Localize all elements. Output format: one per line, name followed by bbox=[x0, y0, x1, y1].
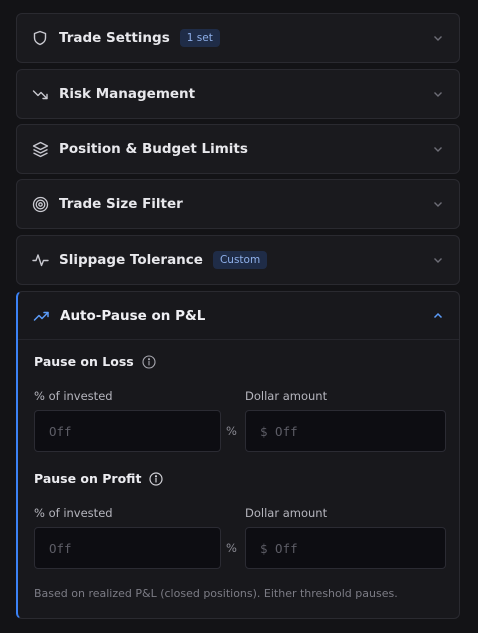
info-icon[interactable] bbox=[142, 354, 156, 369]
auto-pause-footnote: Based on realized P&L (closed positions)… bbox=[34, 587, 398, 600]
auto-pause-header[interactable]: Auto-Pause on P&L bbox=[18, 292, 459, 340]
section-position-budget-limits: Position & Budget Limits bbox=[16, 124, 460, 174]
section-risk-management: Risk Management bbox=[16, 69, 460, 119]
chevron-down-icon bbox=[431, 197, 445, 211]
chevron-down-icon bbox=[431, 87, 445, 101]
trade-size-filter-title: Trade Size Filter bbox=[59, 196, 183, 212]
chevron-up-icon bbox=[431, 309, 445, 323]
risk-management-title: Risk Management bbox=[59, 86, 196, 102]
position-budget-limits-header[interactable]: Position & Budget Limits bbox=[17, 125, 459, 173]
profit-dollar-label: Dollar amount bbox=[245, 506, 328, 520]
trade-size-filter-header[interactable]: Trade Size Filter bbox=[17, 180, 459, 228]
chevron-down-icon bbox=[431, 142, 445, 156]
profit-pct-label: % of invested bbox=[34, 506, 113, 520]
slippage-tolerance-badge: Custom bbox=[212, 251, 268, 269]
loss-pct-label: % of invested bbox=[34, 389, 113, 403]
loss-pct-input[interactable]: Off bbox=[34, 410, 221, 452]
profit-dollar-input[interactable]: $ Off bbox=[245, 527, 446, 569]
pause-on-loss-title: Pause on Loss bbox=[34, 354, 134, 369]
section-trade-settings: Trade Settings 1 set bbox=[16, 13, 460, 63]
pause-on-profit-heading: Pause on Profit bbox=[34, 471, 164, 486]
profit-dollar-placeholder: $ Off bbox=[260, 540, 298, 556]
section-trade-size-filter: Trade Size Filter bbox=[16, 179, 460, 229]
activity-icon bbox=[31, 251, 49, 269]
shield-icon bbox=[31, 29, 49, 47]
section-auto-pause: Auto-Pause on P&L Pause on Loss % of inv… bbox=[16, 291, 460, 619]
pause-on-loss-heading: Pause on Loss bbox=[34, 354, 156, 369]
trade-settings-header[interactable]: Trade Settings 1 set bbox=[17, 14, 459, 62]
loss-pct-placeholder: Off bbox=[49, 423, 72, 439]
chevron-down-icon bbox=[431, 31, 445, 45]
trending-up-icon bbox=[32, 307, 50, 325]
chevron-down-icon bbox=[431, 253, 445, 267]
trade-settings-title: Trade Settings bbox=[59, 30, 170, 46]
profit-pct-placeholder: Off bbox=[49, 540, 72, 556]
risk-management-header[interactable]: Risk Management bbox=[17, 70, 459, 118]
info-icon[interactable] bbox=[149, 471, 164, 486]
section-slippage-tolerance: Slippage Tolerance Custom bbox=[16, 235, 460, 285]
slippage-tolerance-header[interactable]: Slippage Tolerance Custom bbox=[17, 236, 459, 284]
profit-pct-input[interactable]: Off bbox=[34, 527, 221, 569]
loss-dollar-placeholder: $ Off bbox=[260, 423, 298, 439]
slippage-tolerance-title: Slippage Tolerance bbox=[59, 252, 203, 268]
auto-pause-title: Auto-Pause on P&L bbox=[60, 307, 206, 324]
loss-pct-suffix: % bbox=[226, 424, 237, 438]
profit-pct-suffix: % bbox=[226, 541, 237, 555]
loss-dollar-label: Dollar amount bbox=[245, 389, 328, 403]
trade-settings-badge: 1 set bbox=[179, 29, 220, 47]
pause-on-profit-title: Pause on Profit bbox=[34, 471, 142, 486]
target-icon bbox=[31, 195, 49, 213]
loss-dollar-input[interactable]: $ Off bbox=[245, 410, 446, 452]
position-budget-limits-title: Position & Budget Limits bbox=[59, 141, 248, 157]
layers-icon bbox=[31, 140, 49, 158]
trending-down-icon bbox=[31, 85, 49, 103]
